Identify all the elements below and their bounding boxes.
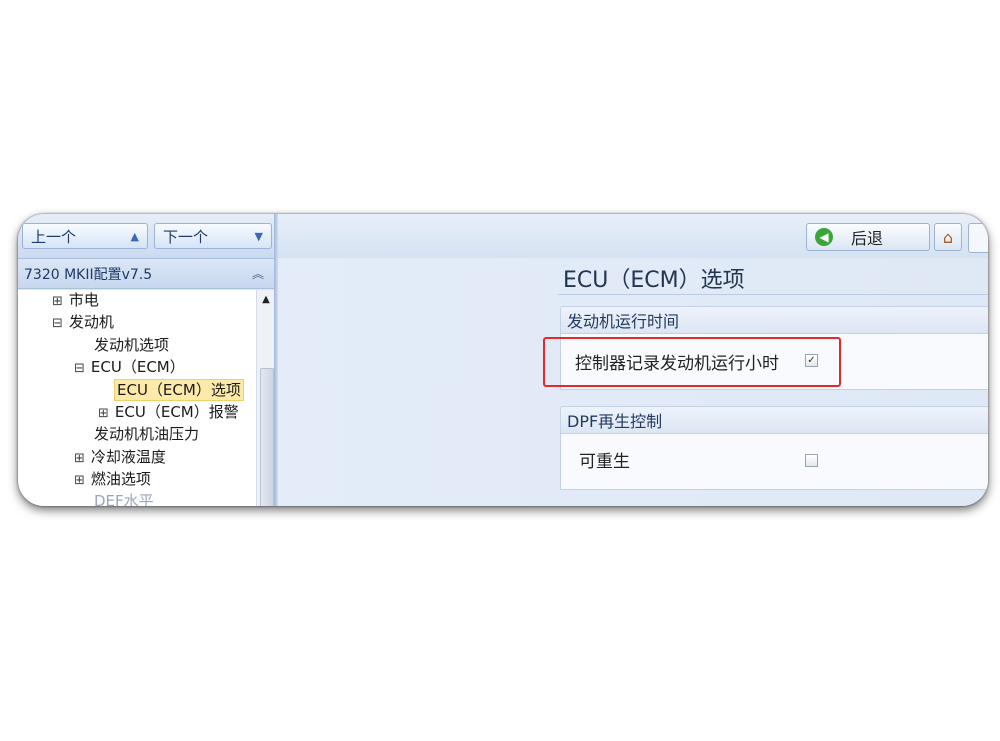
group-body-dpf-regen: 可重生	[560, 434, 988, 490]
tree-item-label: 发动机选项	[94, 336, 170, 354]
scroll-thumb[interactable]	[260, 368, 274, 506]
expand-icon[interactable]: ⊞	[52, 294, 63, 309]
prev-button[interactable]: 上一个 ▲	[22, 223, 148, 249]
tree-item-fuel-options[interactable]: ⊞ 燃油选项	[74, 469, 151, 491]
group-header-engine-runtime: 发动机运行时间	[560, 306, 988, 334]
tree-item-mains[interactable]: ⊞ 市电	[52, 290, 99, 312]
tree-item-label: 市电	[68, 291, 99, 309]
next-button-label: 下一个	[163, 227, 209, 246]
up-arrow-icon: ▲	[130, 229, 139, 243]
highlight-box	[543, 337, 841, 387]
collapse-tree-icon[interactable]: ⊟	[74, 361, 85, 376]
home-button[interactable]: ⌂	[934, 223, 962, 251]
toolbar-button-partial[interactable]	[968, 223, 988, 253]
page-title: ECU（ECM）选项	[563, 268, 745, 293]
expand-icon[interactable]: ⊞	[74, 473, 85, 488]
config-tree: ⊞ 市电 ⊟ 发动机 发动机选项 ⊟ ECU（ECM） ECU（ECM）选项 ⊞ ECU…	[18, 290, 256, 506]
option-label-regenerable: 可重生	[579, 452, 630, 472]
next-button[interactable]: 下一个 ▼	[154, 223, 272, 249]
tree-item-label: 发动机机油压力	[94, 425, 200, 443]
main-toolbar: ◀ 后退 ⌂	[278, 214, 988, 258]
tree-item-coolant-temp[interactable]: ⊞ 冷却液温度	[74, 447, 166, 469]
regenerable-checkbox[interactable]	[805, 454, 818, 467]
tree-item-label: ECU（ECM）	[90, 358, 185, 376]
tree-item-label: 发动机	[68, 313, 114, 331]
prev-button-label: 上一个	[31, 227, 77, 246]
title-divider	[558, 294, 988, 295]
home-icon: ⌂	[942, 227, 954, 247]
down-arrow-icon: ▼	[254, 229, 263, 243]
expand-icon[interactable]: ⊞	[74, 451, 85, 466]
group-header-dpf-regen: DPF再生控制	[560, 406, 988, 434]
back-button-label: 后退	[851, 229, 884, 248]
collapse-icon[interactable]: ︽	[252, 265, 264, 282]
tree-item-label: 燃油选项	[90, 470, 151, 488]
tree-item-engine[interactable]: ⊟ 发动机	[52, 312, 114, 334]
back-arrow-icon: ◀	[815, 228, 833, 246]
app-window: 上一个 ▲ 下一个 ▼ 7320 MKII配置v7.5 ︽ ⊞ 市电 ⊟ 发动机 发…	[18, 214, 988, 506]
tree-item-def-level[interactable]: DEF水平	[94, 491, 154, 506]
tree-item-label: 冷却液温度	[90, 448, 166, 466]
config-title: 7320 MKII配置v7.5	[24, 266, 153, 283]
collapse-tree-icon[interactable]: ⊟	[52, 316, 63, 331]
tree-item-label: DEF水平	[94, 492, 154, 506]
tree-item-ecu[interactable]: ⊟ ECU（ECM）	[74, 357, 185, 379]
tree-item-engine-options[interactable]: 发动机选项	[94, 335, 169, 355]
tree-item-ecu-alarms[interactable]: ⊞ ECU（ECM）报警	[98, 402, 239, 424]
nav-toolbar: 上一个 ▲ 下一个 ▼	[18, 214, 276, 259]
config-panel-header: 7320 MKII配置v7.5 ︽	[18, 259, 276, 289]
scroll-up-icon[interactable]: ▲	[257, 294, 275, 305]
tree-item-label: ECU（ECM）报警	[114, 403, 239, 421]
expand-icon[interactable]: ⊞	[98, 406, 109, 421]
tree-item-oil-pressure[interactable]: 发动机机油压力	[94, 424, 199, 444]
tree-scrollbar[interactable]: ▲	[256, 290, 275, 506]
back-button[interactable]: ◀ 后退	[806, 223, 930, 251]
tree-item-label: ECU（ECM）选项	[117, 381, 241, 399]
tree-item-ecu-options[interactable]: ECU（ECM）选项	[114, 379, 244, 401]
